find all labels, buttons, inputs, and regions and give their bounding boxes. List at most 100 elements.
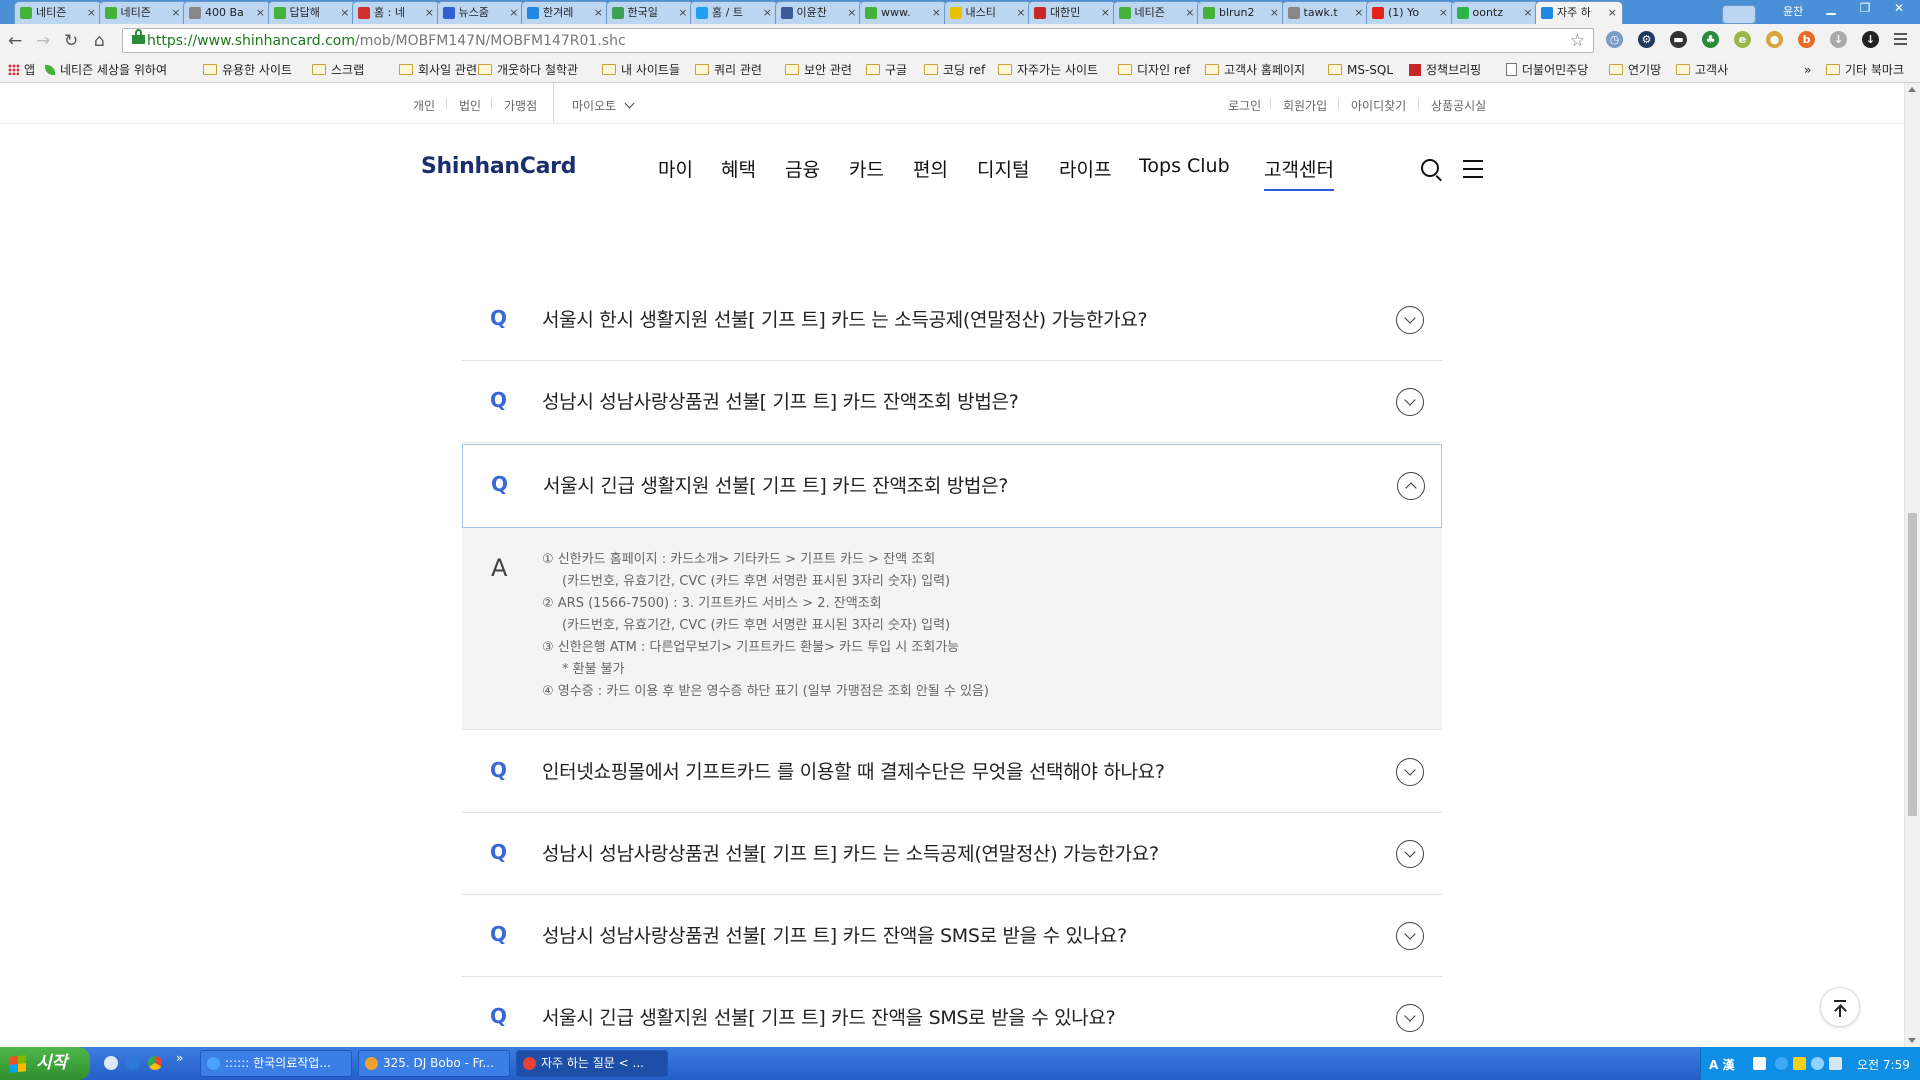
gnb-finance[interactable]: 금융 [785, 155, 820, 182]
gnb-tops-club[interactable]: Tops Club [1139, 155, 1230, 177]
taskbar-window-button[interactable]: 325. DJ Bobo - Fr... [358, 1050, 510, 1077]
minimize-icon[interactable]: ▁ [1812, 0, 1850, 18]
browser-tab[interactable]: 한겨레 × [521, 1, 609, 24]
bookmark-item[interactable]: 쿼리 관련 [695, 62, 762, 78]
extension-icon[interactable]: ▬ [1670, 31, 1687, 48]
tab-close-icon[interactable]: × [340, 2, 349, 23]
faq-question[interactable]: 서울시 한시 생활지원 선불[ 기프 트] 카드 는 소득공제(연말정산) 가능… [542, 305, 1148, 332]
bookmarks-overflow-icon[interactable]: » [1804, 62, 1811, 78]
scroll-to-top-button[interactable] [1820, 987, 1860, 1027]
profile-name[interactable]: 윤찬 [1783, 3, 1803, 19]
evernote-icon[interactable]: e [1734, 31, 1751, 48]
tab-close-icon[interactable]: × [1016, 2, 1025, 23]
faq-question[interactable]: 성남시 성남사랑상품권 선불[ 기프 트] 카드 잔액조회 방법은? [542, 387, 1019, 414]
tray-app-icon[interactable] [1775, 1057, 1788, 1070]
bookmark-item[interactable]: 고객사 [1676, 62, 1728, 78]
gnb-life[interactable]: 라이프 [1059, 155, 1111, 182]
bookmark-item[interactable]: 회사일 관련 [399, 62, 477, 78]
browser-tab[interactable]: 뉴스줌 × [436, 1, 525, 24]
faq-item[interactable]: Q 성남시 성남사랑상품권 선불[ 기프 트] 카드 잔액을 SMS로 받을 수 … [462, 895, 1442, 977]
faq-item[interactable]: Q 서울시 한시 생활지원 선불[ 기프 트] 카드 는 소득공제(연말정산) 가… [462, 279, 1442, 361]
faq-item[interactable]: Q 인터넷쇼핑몰에서 기프트카드 를 이용할 때 결제수단은 무엇을 선택해야 하… [462, 731, 1442, 813]
start-button[interactable]: 시작 [0, 1047, 90, 1080]
tab-close-icon[interactable]: × [509, 2, 518, 23]
find-id-link[interactable]: 아이디찾기 [1351, 97, 1406, 114]
tab-close-icon[interactable]: × [1101, 2, 1110, 23]
tab-close-icon[interactable]: × [763, 2, 772, 23]
extension-icon[interactable]: ♣ [1702, 31, 1719, 48]
help-icon[interactable] [1753, 1057, 1766, 1070]
tab-close-icon[interactable]: × [256, 2, 265, 23]
tray-app-icon[interactable] [1811, 1057, 1824, 1070]
browser-tab[interactable]: tawk.t × [1281, 1, 1370, 24]
tab-close-icon[interactable]: × [171, 2, 180, 23]
expand-button[interactable] [1396, 758, 1424, 786]
faq-question[interactable]: 성남시 성남사랑상품권 선불[ 기프 트] 카드 잔액을 SMS로 받을 수 있… [542, 921, 1127, 948]
browser-tab[interactable]: 한국일 × [605, 1, 694, 24]
faq-question[interactable]: 서울시 긴급 생활지원 선불[ 기프 트] 카드 잔액을 SMS로 받을 수 있… [542, 1003, 1116, 1030]
browser-tab[interactable]: 자주 하 × [1535, 1, 1623, 24]
browser-tab[interactable]: oontz × [1450, 1, 1539, 24]
address-bar[interactable]: https://www.shinhancard.com/mob/MOBFM147… [122, 28, 1594, 53]
bookmark-item[interactable]: 연기땅 [1609, 62, 1661, 78]
bookmark-item[interactable]: 보안 관련 [785, 62, 852, 78]
faq-question[interactable]: 서울시 긴급 생활지원 선불[ 기프 트] 카드 잔액조회 방법은? [543, 471, 1008, 498]
network-icon[interactable] [1829, 1057, 1842, 1070]
browser-tab[interactable]: 답답해 × [267, 1, 356, 24]
browser-tab[interactable]: 400 Ba × [183, 1, 271, 24]
util-corporate[interactable]: 법인 [459, 97, 481, 114]
ime-indicator[interactable]: A 漢 [1709, 1056, 1734, 1073]
new-tab-button[interactable] [1722, 5, 1756, 24]
bookmark-item[interactable]: 개웃하다 철학관 [478, 62, 578, 78]
chrome-icon[interactable] [148, 1056, 162, 1070]
kakaotalk-icon[interactable] [1793, 1057, 1806, 1070]
bookmark-item[interactable]: 정책브리핑 [1409, 62, 1481, 78]
bookmark-item[interactable]: 구글 [866, 62, 907, 78]
bookmark-item[interactable]: 고객사 홈페이지 [1205, 62, 1305, 78]
extension-icon[interactable]: b [1798, 31, 1815, 48]
extension-icon[interactable]: ◷ [1606, 31, 1623, 48]
browser-tab[interactable]: 홈 / 트 × [690, 1, 778, 24]
cookie-icon[interactable]: ● [1766, 31, 1783, 48]
tab-close-icon[interactable]: × [594, 2, 603, 23]
faq-item[interactable]: Q 서울시 긴급 생활지원 선불[ 기프 트] 카드 잔액을 SMS로 받을 수 … [462, 977, 1442, 1047]
expand-button[interactable] [1396, 922, 1424, 950]
bookmark-item[interactable]: MS-SQL [1328, 62, 1393, 78]
bookmark-item[interactable]: 유용한 사이트 [203, 62, 292, 78]
gnb-my[interactable]: 마이 [658, 155, 693, 182]
gnb-customer-center[interactable]: 고객센터 [1264, 155, 1334, 191]
faq-item[interactable]: Q 성남시 성남사랑상품권 선불[ 기프 트] 카드 잔액조회 방법은? [462, 361, 1442, 443]
tab-close-icon[interactable]: × [1523, 2, 1532, 23]
restore-icon[interactable]: ❐ [1846, 0, 1884, 18]
faq-question[interactable]: 성남시 성남사랑상품권 선불[ 기프 트] 카드 는 소득공제(연말정산) 가능… [542, 839, 1159, 866]
browser-tab[interactable]: 내스티 × [943, 1, 1032, 24]
home-icon[interactable]: ⌂ [94, 31, 105, 51]
browser-tab[interactable]: 홈 : 네 × [352, 1, 440, 24]
tab-close-icon[interactable]: × [1185, 2, 1194, 23]
product-disclosure-link[interactable]: 상품공시실 [1431, 97, 1486, 114]
bookmark-star-icon[interactable]: ☆ [1570, 31, 1585, 51]
expand-button[interactable] [1396, 306, 1424, 334]
browser-tab[interactable]: blrun2 × [1197, 1, 1285, 24]
bookmark-item[interactable]: 내 사이트들 [602, 62, 680, 78]
ie-icon[interactable] [126, 1056, 140, 1070]
collapse-button[interactable] [1397, 472, 1425, 500]
bookmark-item[interactable]: 앱 [8, 62, 35, 78]
faq-item[interactable]: Q 성남시 성남사랑상품권 선불[ 기프 트] 카드 는 소득공제(연말정산) 가… [462, 813, 1442, 895]
scrollbar-thumb[interactable] [1908, 513, 1917, 816]
taskbar-window-button[interactable]: 자주 하는 질문 < ... [516, 1050, 668, 1077]
tab-close-icon[interactable]: × [847, 2, 856, 23]
hamburger-menu-icon[interactable] [1463, 160, 1483, 184]
bookmark-item[interactable]: 자주가는 사이트 [998, 62, 1098, 78]
browser-tab[interactable]: 대한민 × [1028, 1, 1116, 24]
faq-question[interactable]: 인터넷쇼핑몰에서 기프트카드 를 이용할 때 결제수단은 무엇을 선택해야 하나… [542, 757, 1165, 784]
browser-menu-icon[interactable] [1894, 33, 1907, 48]
browser-tab[interactable]: 네티즌 × [98, 1, 187, 24]
close-window-icon[interactable]: ✕ [1880, 0, 1918, 18]
tab-close-icon[interactable]: × [1270, 2, 1279, 23]
login-link[interactable]: 로그인 [1228, 97, 1261, 114]
bookmark-item[interactable]: 디자인 ref [1118, 62, 1190, 78]
browser-tab[interactable]: 네티즌 × [14, 1, 102, 24]
bookmark-item[interactable]: 네티즌 세상을 위하여 [45, 62, 167, 78]
gnb-digital[interactable]: 디지털 [977, 155, 1029, 182]
